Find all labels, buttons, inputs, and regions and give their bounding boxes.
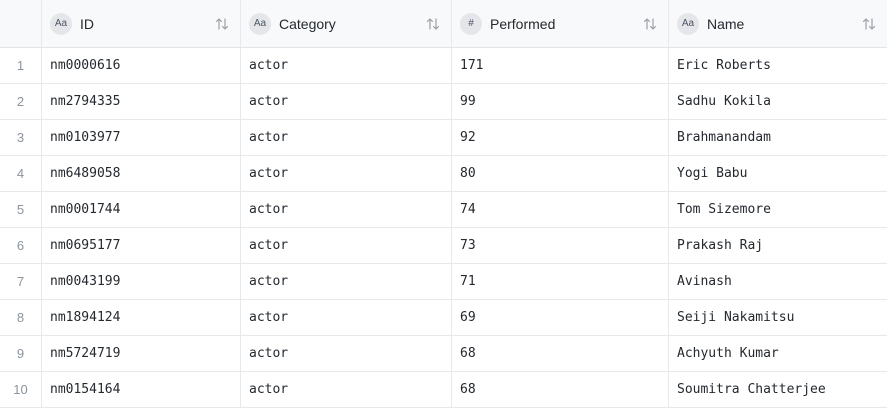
cell-category[interactable]: actor (241, 372, 452, 407)
row-index: 8 (0, 300, 42, 335)
table-row[interactable]: 7 nm0043199 actor 71 Avinash (0, 264, 887, 300)
row-index: 2 (0, 84, 42, 119)
cell-id[interactable]: nm0043199 (42, 264, 241, 299)
row-index: 4 (0, 156, 42, 191)
table-row[interactable]: 9 nm5724719 actor 68 Achyuth Kumar (0, 336, 887, 372)
sort-icon[interactable] (642, 16, 658, 32)
cell-category[interactable]: actor (241, 336, 452, 371)
column-header-id[interactable]: Aa ID (42, 0, 241, 47)
cell-performed[interactable]: 71 (452, 264, 669, 299)
cell-category[interactable]: actor (241, 192, 452, 227)
table-row[interactable]: 3 nm0103977 actor 92 Brahmanandam (0, 120, 887, 156)
row-index: 6 (0, 228, 42, 263)
column-title: ID (80, 15, 94, 32)
cell-name[interactable]: Yogi Babu (669, 156, 887, 191)
row-index: 9 (0, 336, 42, 371)
column-header-name[interactable]: Aa Name (669, 0, 887, 47)
table-row[interactable]: 1 nm0000616 actor 171 Eric Roberts (0, 48, 887, 84)
cell-category[interactable]: actor (241, 84, 452, 119)
sort-icon[interactable] (861, 16, 877, 32)
cell-category[interactable]: actor (241, 300, 452, 335)
cell-performed[interactable]: 73 (452, 228, 669, 263)
row-index: 7 (0, 264, 42, 299)
column-title: Name (707, 15, 745, 32)
cell-id[interactable]: nm5724719 (42, 336, 241, 371)
cell-name[interactable]: Eric Roberts (669, 48, 887, 83)
results-table: Aa ID Aa Category # Performed Aa Name 1 … (0, 0, 887, 408)
column-title: Category (279, 15, 336, 32)
table-row[interactable]: 8 nm1894124 actor 69 Seiji Nakamitsu (0, 300, 887, 336)
cell-id[interactable]: nm0103977 (42, 120, 241, 155)
table-row[interactable]: 2 nm2794335 actor 99 Sadhu Kokila (0, 84, 887, 120)
cell-name[interactable]: Prakash Raj (669, 228, 887, 263)
table-row[interactable]: 5 nm0001744 actor 74 Tom Sizemore (0, 192, 887, 228)
table-header-row: Aa ID Aa Category # Performed Aa Name (0, 0, 887, 48)
cell-category[interactable]: actor (241, 120, 452, 155)
cell-name[interactable]: Tom Sizemore (669, 192, 887, 227)
cell-performed[interactable]: 68 (452, 336, 669, 371)
cell-id[interactable]: nm2794335 (42, 84, 241, 119)
cell-name[interactable]: Brahmanandam (669, 120, 887, 155)
cell-category[interactable]: actor (241, 156, 452, 191)
table-row[interactable]: 10 nm0154164 actor 68 Soumitra Chatterje… (0, 372, 887, 408)
cell-category[interactable]: actor (241, 228, 452, 263)
text-type-icon: Aa (677, 12, 699, 35)
sort-icon[interactable] (425, 16, 441, 32)
cell-performed[interactable]: 74 (452, 192, 669, 227)
row-index: 3 (0, 120, 42, 155)
cell-category[interactable]: actor (241, 264, 452, 299)
column-title: Performed (490, 15, 556, 32)
cell-name[interactable]: Soumitra Chatterjee (669, 372, 887, 407)
cell-performed[interactable]: 68 (452, 372, 669, 407)
number-type-icon: # (460, 12, 482, 35)
row-index-header (0, 0, 42, 47)
cell-name[interactable]: Achyuth Kumar (669, 336, 887, 371)
sort-icon[interactable] (214, 16, 230, 32)
cell-name[interactable]: Sadhu Kokila (669, 84, 887, 119)
cell-performed[interactable]: 99 (452, 84, 669, 119)
cell-performed[interactable]: 92 (452, 120, 669, 155)
row-index: 5 (0, 192, 42, 227)
table-row[interactable]: 6 nm0695177 actor 73 Prakash Raj (0, 228, 887, 264)
column-header-performed[interactable]: # Performed (452, 0, 669, 47)
cell-id[interactable]: nm0695177 (42, 228, 241, 263)
column-header-category[interactable]: Aa Category (241, 0, 452, 47)
row-index: 1 (0, 48, 42, 83)
row-index: 10 (0, 372, 42, 407)
cell-name[interactable]: Avinash (669, 264, 887, 299)
text-type-icon: Aa (249, 12, 271, 35)
cell-performed[interactable]: 69 (452, 300, 669, 335)
cell-performed[interactable]: 171 (452, 48, 669, 83)
cell-category[interactable]: actor (241, 48, 452, 83)
cell-name[interactable]: Seiji Nakamitsu (669, 300, 887, 335)
cell-id[interactable]: nm6489058 (42, 156, 241, 191)
cell-id[interactable]: nm0000616 (42, 48, 241, 83)
cell-id[interactable]: nm0001744 (42, 192, 241, 227)
text-type-icon: Aa (50, 12, 72, 35)
table-row[interactable]: 4 nm6489058 actor 80 Yogi Babu (0, 156, 887, 192)
cell-id[interactable]: nm0154164 (42, 372, 241, 407)
cell-id[interactable]: nm1894124 (42, 300, 241, 335)
cell-performed[interactable]: 80 (452, 156, 669, 191)
